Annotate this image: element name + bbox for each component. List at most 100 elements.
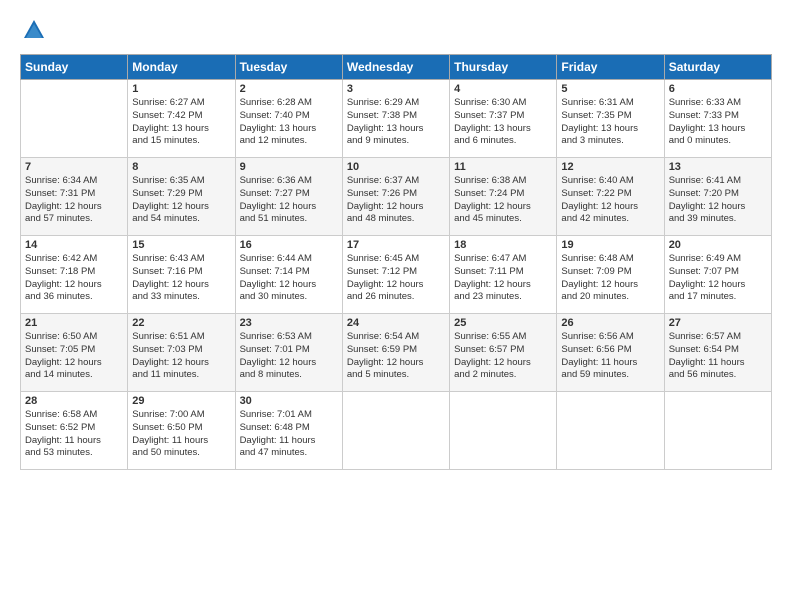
calendar-cell: 14 Sunrise: 6:42 AM Sunset: 7:18 PM Dayli… <box>21 236 128 314</box>
day-info: Sunrise: 6:48 AM Sunset: 7:09 PM Dayligh… <box>561 253 659 304</box>
calendar-cell: 5 Sunrise: 6:31 AM Sunset: 7:35 PM Daylig… <box>557 80 664 158</box>
day-info: Sunrise: 6:49 AM Sunset: 7:07 PM Dayligh… <box>669 253 767 304</box>
logo-icon <box>20 16 48 44</box>
day-info: Sunrise: 6:42 AM Sunset: 7:18 PM Dayligh… <box>25 253 123 304</box>
day-info: Sunrise: 6:43 AM Sunset: 7:16 PM Dayligh… <box>132 253 230 304</box>
calendar-cell: 19Sunrise: 6:48 AM Sunset: 7:09 PM Dayli… <box>557 236 664 314</box>
day-number: 11 <box>454 161 552 173</box>
day-number: 4 <box>454 83 552 95</box>
day-number: 2 <box>240 83 338 95</box>
calendar-cell: 26Sunrise: 6:56 AM Sunset: 6:56 PM Dayli… <box>557 314 664 392</box>
calendar-cell: 6 Sunrise: 6:33 AM Sunset: 7:33 PM Daylig… <box>664 80 771 158</box>
day-number: 3 <box>347 83 445 95</box>
day-number: 17 <box>347 239 445 251</box>
day-info: Sunrise: 7:00 AM Sunset: 6:50 PM Dayligh… <box>132 409 230 460</box>
calendar-table: SundayMondayTuesdayWednesdayThursdayFrid… <box>20 54 772 470</box>
day-number: 25 <box>454 317 552 329</box>
day-info: Sunrise: 6:55 AM Sunset: 6:57 PM Dayligh… <box>454 331 552 382</box>
calendar-cell: 7 Sunrise: 6:34 AM Sunset: 7:31 PM Daylig… <box>21 158 128 236</box>
day-info: Sunrise: 6:53 AM Sunset: 7:01 PM Dayligh… <box>240 331 338 382</box>
col-header-sunday: Sunday <box>21 55 128 80</box>
week-row-2: 7 Sunrise: 6:34 AM Sunset: 7:31 PM Daylig… <box>21 158 772 236</box>
day-info: Sunrise: 6:27 AM Sunset: 7:42 PM Dayligh… <box>132 97 230 148</box>
day-number: 26 <box>561 317 659 329</box>
col-header-tuesday: Tuesday <box>235 55 342 80</box>
day-number: 29 <box>132 395 230 407</box>
day-number: 9 <box>240 161 338 173</box>
day-info: Sunrise: 6:57 AM Sunset: 6:54 PM Dayligh… <box>669 331 767 382</box>
day-info: Sunrise: 6:30 AM Sunset: 7:37 PM Dayligh… <box>454 97 552 148</box>
calendar-cell: 3 Sunrise: 6:29 AM Sunset: 7:38 PM Daylig… <box>342 80 449 158</box>
calendar-cell: 9Sunrise: 6:36 AM Sunset: 7:27 PM Daylig… <box>235 158 342 236</box>
col-header-friday: Friday <box>557 55 664 80</box>
day-info: Sunrise: 6:54 AM Sunset: 6:59 PM Dayligh… <box>347 331 445 382</box>
calendar-cell: 17 Sunrise: 6:45 AM Sunset: 7:12 PM Dayli… <box>342 236 449 314</box>
week-row-3: 14 Sunrise: 6:42 AM Sunset: 7:18 PM Dayli… <box>21 236 772 314</box>
day-info: Sunrise: 6:33 AM Sunset: 7:33 PM Dayligh… <box>669 97 767 148</box>
col-header-saturday: Saturday <box>664 55 771 80</box>
day-info: Sunrise: 6:29 AM Sunset: 7:38 PM Dayligh… <box>347 97 445 148</box>
day-info: Sunrise: 6:47 AM Sunset: 7:11 PM Dayligh… <box>454 253 552 304</box>
calendar-cell: 21 Sunrise: 6:50 AM Sunset: 7:05 PM Dayli… <box>21 314 128 392</box>
calendar-cell <box>664 392 771 470</box>
calendar-cell: 18 Sunrise: 6:47 AM Sunset: 7:11 PM Dayli… <box>450 236 557 314</box>
day-info: Sunrise: 6:41 AM Sunset: 7:20 PM Dayligh… <box>669 175 767 226</box>
day-number: 27 <box>669 317 767 329</box>
day-number: 10 <box>347 161 445 173</box>
day-number: 5 <box>561 83 659 95</box>
calendar-cell: 4 Sunrise: 6:30 AM Sunset: 7:37 PM Daylig… <box>450 80 557 158</box>
day-info: Sunrise: 6:34 AM Sunset: 7:31 PM Dayligh… <box>25 175 123 226</box>
day-number: 30 <box>240 395 338 407</box>
day-info: Sunrise: 6:44 AM Sunset: 7:14 PM Dayligh… <box>240 253 338 304</box>
week-row-4: 21 Sunrise: 6:50 AM Sunset: 7:05 PM Dayli… <box>21 314 772 392</box>
calendar-cell: 25 Sunrise: 6:55 AM Sunset: 6:57 PM Dayli… <box>450 314 557 392</box>
day-info: Sunrise: 6:31 AM Sunset: 7:35 PM Dayligh… <box>561 97 659 148</box>
day-number: 16 <box>240 239 338 251</box>
calendar-cell: 29 Sunrise: 7:00 AM Sunset: 6:50 PM Dayli… <box>128 392 235 470</box>
calendar-header-row: SundayMondayTuesdayWednesdayThursdayFrid… <box>21 55 772 80</box>
day-number: 14 <box>25 239 123 251</box>
day-number: 28 <box>25 395 123 407</box>
day-number: 6 <box>669 83 767 95</box>
day-number: 8 <box>132 161 230 173</box>
day-number: 24 <box>347 317 445 329</box>
day-info: Sunrise: 6:50 AM Sunset: 7:05 PM Dayligh… <box>25 331 123 382</box>
calendar-cell: 16 Sunrise: 6:44 AM Sunset: 7:14 PM Dayli… <box>235 236 342 314</box>
col-header-thursday: Thursday <box>450 55 557 80</box>
week-row-1: 1Sunrise: 6:27 AM Sunset: 7:42 PM Daylig… <box>21 80 772 158</box>
calendar-cell: 27 Sunrise: 6:57 AM Sunset: 6:54 PM Dayli… <box>664 314 771 392</box>
col-header-wednesday: Wednesday <box>342 55 449 80</box>
day-info: Sunrise: 6:35 AM Sunset: 7:29 PM Dayligh… <box>132 175 230 226</box>
day-number: 15 <box>132 239 230 251</box>
day-info: Sunrise: 6:37 AM Sunset: 7:26 PM Dayligh… <box>347 175 445 226</box>
day-info: Sunrise: 6:58 AM Sunset: 6:52 PM Dayligh… <box>25 409 123 460</box>
calendar-cell: 12 Sunrise: 6:40 AM Sunset: 7:22 PM Dayli… <box>557 158 664 236</box>
day-info: Sunrise: 6:51 AM Sunset: 7:03 PM Dayligh… <box>132 331 230 382</box>
calendar-cell: 1Sunrise: 6:27 AM Sunset: 7:42 PM Daylig… <box>128 80 235 158</box>
calendar-cell: 13 Sunrise: 6:41 AM Sunset: 7:20 PM Dayli… <box>664 158 771 236</box>
day-number: 18 <box>454 239 552 251</box>
calendar-cell: 8 Sunrise: 6:35 AM Sunset: 7:29 PM Daylig… <box>128 158 235 236</box>
week-row-5: 28 Sunrise: 6:58 AM Sunset: 6:52 PM Dayli… <box>21 392 772 470</box>
main-container: SundayMondayTuesdayWednesdayThursdayFrid… <box>0 0 792 480</box>
calendar-cell <box>557 392 664 470</box>
day-number: 22 <box>132 317 230 329</box>
day-number: 12 <box>561 161 659 173</box>
logo <box>20 16 52 44</box>
calendar-cell: 2Sunrise: 6:28 AM Sunset: 7:40 PM Daylig… <box>235 80 342 158</box>
calendar-cell: 20 Sunrise: 6:49 AM Sunset: 7:07 PM Dayli… <box>664 236 771 314</box>
calendar-cell: 30 Sunrise: 7:01 AM Sunset: 6:48 PM Dayli… <box>235 392 342 470</box>
day-number: 21 <box>25 317 123 329</box>
col-header-monday: Monday <box>128 55 235 80</box>
day-info: Sunrise: 7:01 AM Sunset: 6:48 PM Dayligh… <box>240 409 338 460</box>
calendar-cell <box>21 80 128 158</box>
day-number: 13 <box>669 161 767 173</box>
calendar-cell: 10 Sunrise: 6:37 AM Sunset: 7:26 PM Dayli… <box>342 158 449 236</box>
day-info: Sunrise: 6:45 AM Sunset: 7:12 PM Dayligh… <box>347 253 445 304</box>
calendar-cell <box>342 392 449 470</box>
day-number: 7 <box>25 161 123 173</box>
calendar-cell: 22 Sunrise: 6:51 AM Sunset: 7:03 PM Dayli… <box>128 314 235 392</box>
day-number: 20 <box>669 239 767 251</box>
day-info: Sunrise: 6:40 AM Sunset: 7:22 PM Dayligh… <box>561 175 659 226</box>
day-info: Sunrise: 6:38 AM Sunset: 7:24 PM Dayligh… <box>454 175 552 226</box>
